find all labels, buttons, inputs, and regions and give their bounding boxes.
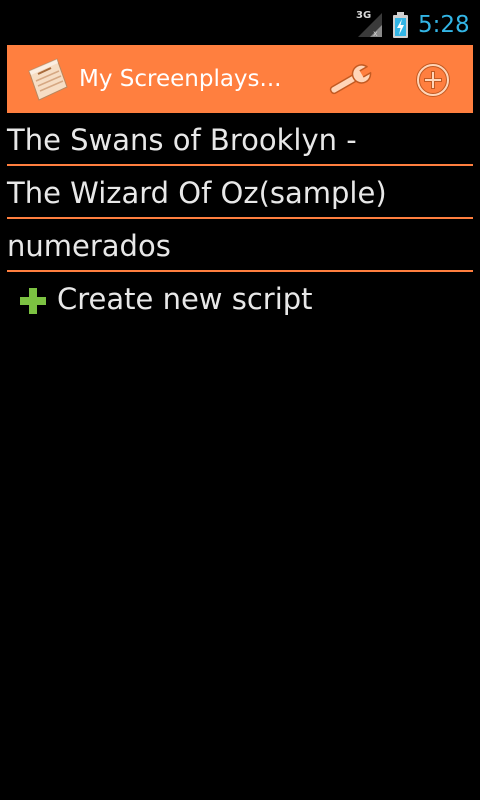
add-script-button[interactable] (410, 59, 456, 101)
script-title: The Wizard Of Oz(sample) (7, 176, 387, 210)
create-new-script-label: Create new script (57, 282, 313, 316)
status-clock: 5:28 (418, 12, 470, 38)
script-title: The Swans of Brooklyn - (7, 123, 357, 157)
page-title: My Screenplays... (79, 66, 282, 92)
script-list-item[interactable]: The Wizard Of Oz(sample) (0, 166, 480, 219)
network-type-label: 3G (356, 10, 372, 21)
battery-charging-icon (393, 12, 408, 38)
script-list-item[interactable]: The Swans of Brooklyn - (0, 113, 480, 166)
create-new-script-button[interactable]: Create new script (0, 272, 480, 324)
script-list-item[interactable]: numerados (0, 219, 480, 272)
svg-text:x: x (373, 29, 378, 38)
script-list: The Swans of Brooklyn - The Wizard Of Oz… (0, 113, 480, 324)
status-bar: x 3G 5:28 (0, 0, 480, 40)
plus-icon (20, 288, 46, 314)
wrench-icon (329, 64, 373, 95)
add-circle-icon (416, 63, 450, 97)
settings-button[interactable] (325, 59, 375, 101)
script-title: numerados (7, 229, 171, 263)
action-bar: My Screenplays... (7, 45, 473, 113)
screenplay-document-icon[interactable] (21, 57, 71, 103)
